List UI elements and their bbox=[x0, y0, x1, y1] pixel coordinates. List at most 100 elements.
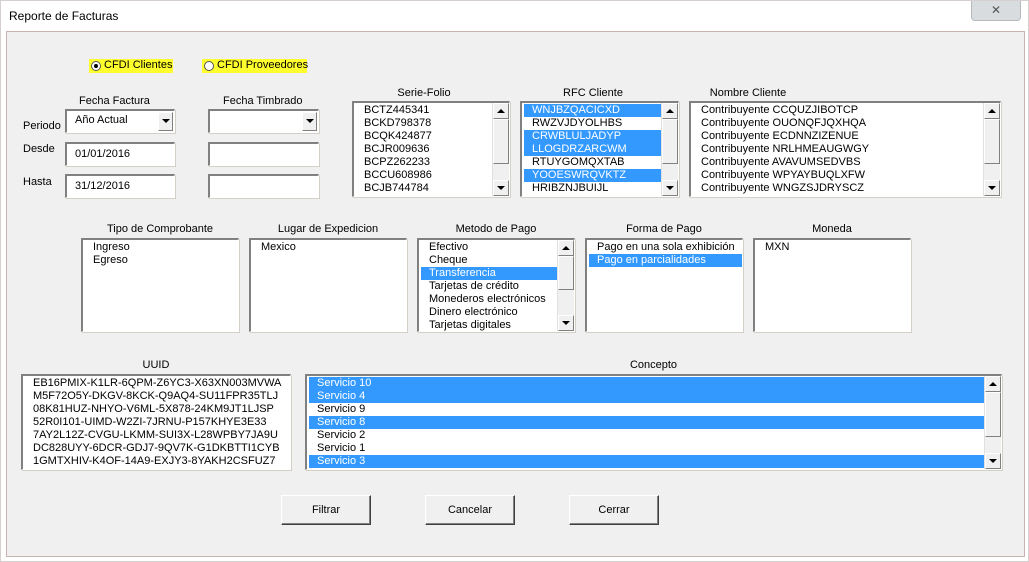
scroll-up-button[interactable] bbox=[985, 376, 1001, 392]
nombre-cliente-scrollbar[interactable] bbox=[983, 103, 1000, 196]
list-item[interactable]: HRIBZNJBUIJL bbox=[524, 182, 662, 195]
scroll-up-button[interactable] bbox=[493, 103, 509, 119]
filtrar-button[interactable]: Filtrar bbox=[281, 495, 371, 525]
arrow-up-icon bbox=[562, 246, 570, 250]
list-item[interactable]: Contribuyente WPYAYBUQLXFW bbox=[693, 169, 984, 182]
metodo-pago-scrollbar[interactable] bbox=[557, 240, 574, 331]
scroll-down-button[interactable] bbox=[984, 180, 1000, 196]
uuid-list[interactable]: EB16PMIX-K1LR-6QPM-Z6YC3-X63XN003MVWA M5F… bbox=[21, 374, 291, 470]
list-item[interactable]: 52R0I101-UIMD-W2ZI-7JRNU-P157KHYE3E33 bbox=[25, 416, 290, 429]
arrow-down-icon bbox=[497, 186, 505, 190]
list-item[interactable]: CRWBLULJADYP bbox=[524, 130, 662, 143]
list-item[interactable]: Dinero electrónico bbox=[421, 306, 558, 319]
list-item[interactable]: Efectivo bbox=[421, 241, 558, 254]
concepto-scrollbar[interactable] bbox=[984, 376, 1001, 469]
scroll-thumb[interactable] bbox=[493, 119, 509, 164]
list-item[interactable]: M5F72O5Y-DKGV-8KCK-Q9AQ4-SU11FPR35TLJ bbox=[25, 390, 290, 403]
list-item[interactable]: Contribuyente WNGZSJDRYSCZ bbox=[693, 182, 984, 195]
serie-folio-list[interactable]: BCTZ445341 BCKD798378 BCQK424877 BCJR009636… bbox=[352, 101, 510, 197]
list-item[interactable]: 1GMTXHIV-K4OF-14A9-EXJY3-8YAKH2CSFUZ7 bbox=[25, 455, 290, 468]
list-item[interactable]: BCJR009636 bbox=[356, 143, 493, 156]
combo-dropdown-button[interactable] bbox=[302, 112, 317, 131]
scroll-up-button[interactable] bbox=[558, 240, 574, 256]
list-item[interactable]: Contribuyente CCQUZJIBOTCP bbox=[693, 104, 984, 117]
list-item[interactable]: BCQK424877 bbox=[356, 130, 493, 143]
scroll-down-button[interactable] bbox=[558, 315, 574, 331]
metodo-pago-list[interactable]: Efectivo Cheque Transferencia Tarjetas de c… bbox=[417, 238, 575, 332]
moneda-list[interactable]: MXN bbox=[753, 238, 911, 332]
list-item[interactable]: Contribuyente AVAVUMSEDVBS bbox=[693, 156, 984, 169]
concepto-list[interactable]: Servicio 10 Servicio 4 Servicio 9 Servicio … bbox=[305, 374, 1002, 470]
list-item[interactable]: 7AY2L12Z-CVGU-LKMM-SUI3X-L28WPBY7JA9U bbox=[25, 429, 290, 442]
list-item[interactable]: Egreso bbox=[85, 254, 238, 267]
tipo-comprobante-list[interactable]: Ingreso Egreso bbox=[81, 238, 239, 332]
nombre-cliente-list[interactable]: Contribuyente CCQUZJIBOTCP Contribuyente … bbox=[689, 101, 1001, 197]
close-icon: ✕ bbox=[990, 3, 1002, 17]
list-item[interactable]: Mexico bbox=[253, 241, 406, 254]
list-item[interactable]: Pago en parcialidades bbox=[589, 254, 742, 267]
desde-label: Desde bbox=[23, 143, 55, 155]
list-item[interactable]: Servicio 4 bbox=[309, 390, 985, 403]
list-item[interactable]: 08K81HUZ-NHYO-V6ML-5X878-24KM9JT1LJSP bbox=[25, 403, 290, 416]
cerrar-button[interactable]: Cerrar bbox=[569, 495, 659, 525]
rfc-cliente-scrollbar[interactable] bbox=[661, 103, 678, 196]
scroll-up-button[interactable] bbox=[662, 103, 678, 119]
list-item[interactable]: BCCU608986 bbox=[356, 169, 493, 182]
combo-dropdown-button[interactable] bbox=[158, 112, 173, 131]
cancelar-button[interactable]: Cancelar bbox=[425, 495, 515, 525]
scroll-down-button[interactable] bbox=[985, 453, 1001, 469]
close-button[interactable]: ✕ bbox=[971, 1, 1021, 21]
list-item[interactable]: BCTZ445341 bbox=[356, 104, 493, 117]
rfc-cliente-list[interactable]: WNJBZQACICXD RWZVJDYOLHBS CRWBLULJADYP LLOG… bbox=[520, 101, 679, 197]
lugar-expedicion-heading: Lugar de Expedicion bbox=[277, 223, 379, 235]
list-item[interactable]: BCJB744784 bbox=[356, 182, 493, 195]
list-item[interactable]: Servicio 8 bbox=[309, 416, 985, 429]
list-item[interactable]: Contribuyente OUONQFJQXHQA bbox=[693, 117, 984, 130]
list-item[interactable]: RTUYGOMQXTAB bbox=[524, 156, 662, 169]
radio-cfdi-clientes[interactable]: CFDI Clientes bbox=[89, 59, 173, 73]
list-item[interactable]: RWZVJDYOLHBS bbox=[524, 117, 662, 130]
list-item[interactable]: Transferencia bbox=[421, 267, 558, 280]
list-item[interactable]: LLOGDRZARCWM bbox=[524, 143, 662, 156]
list-item[interactable]: Servicio 1 bbox=[309, 442, 985, 455]
scroll-thumb[interactable] bbox=[985, 392, 1001, 437]
list-item[interactable]: Servicio 10 bbox=[309, 377, 985, 390]
list-item[interactable]: Contribuyente NRLHMEAUGWGY bbox=[693, 143, 984, 156]
nombre-cliente-heading: Nombre Cliente bbox=[709, 87, 787, 99]
fecha-timbrado-hasta-field[interactable] bbox=[208, 174, 319, 198]
list-item[interactable]: EB16PMIX-K1LR-6QPM-Z6YC3-X63XN003MVWA bbox=[25, 377, 290, 390]
list-item[interactable]: MXN bbox=[757, 241, 910, 254]
list-item[interactable]: Servicio 9 bbox=[309, 403, 985, 416]
list-item[interactable]: Monederos electrónicos bbox=[421, 293, 558, 306]
fecha-timbrado-desde-field[interactable] bbox=[208, 142, 319, 166]
radio-circle-icon bbox=[204, 61, 214, 71]
list-item[interactable]: DC828UYY-6DCR-GDJ7-9QV7K-G1DKBTTI1CYB bbox=[25, 442, 290, 455]
scroll-thumb[interactable] bbox=[558, 256, 574, 290]
list-item[interactable]: BCPZ262233 bbox=[356, 156, 493, 169]
scroll-thumb[interactable] bbox=[662, 119, 678, 164]
scroll-down-button[interactable] bbox=[493, 180, 509, 196]
list-item[interactable]: Pago en una sola exhibición bbox=[589, 241, 742, 254]
list-item[interactable]: Tarjetas de crédito bbox=[421, 280, 558, 293]
list-item[interactable]: BCKD798378 bbox=[356, 117, 493, 130]
list-item[interactable]: WNJBZQACICXD bbox=[524, 104, 662, 117]
list-item[interactable]: Cheque bbox=[421, 254, 558, 267]
radio-cfdi-clientes-label: CFDI Clientes bbox=[104, 59, 173, 71]
radio-cfdi-proveedores[interactable]: CFDI Proveedores bbox=[202, 59, 308, 73]
list-item[interactable]: Servicio 2 bbox=[309, 429, 985, 442]
scroll-up-button[interactable] bbox=[984, 103, 1000, 119]
list-item[interactable]: Ingreso bbox=[85, 241, 238, 254]
forma-pago-list[interactable]: Pago en una sola exhibición Pago en parci… bbox=[585, 238, 743, 332]
list-item[interactable]: Contribuyente ECDNNZIZENUE bbox=[693, 130, 984, 143]
serie-folio-scrollbar[interactable] bbox=[492, 103, 509, 196]
scroll-thumb[interactable] bbox=[984, 119, 1000, 164]
fecha-factura-desde-field[interactable]: 01/01/2016 bbox=[65, 142, 175, 166]
list-item[interactable]: Servicio 3 bbox=[309, 455, 985, 468]
scroll-down-button[interactable] bbox=[662, 180, 678, 196]
list-item[interactable]: YOOESWRQVKTZ bbox=[524, 169, 662, 182]
fecha-factura-hasta-field[interactable]: 31/12/2016 bbox=[65, 174, 175, 198]
fecha-factura-periodo-combo[interactable]: Año Actual bbox=[65, 109, 175, 133]
list-item[interactable]: Tarjetas digitales bbox=[421, 319, 558, 331]
lugar-expedicion-list[interactable]: Mexico bbox=[249, 238, 407, 332]
fecha-timbrado-periodo-combo[interactable] bbox=[208, 109, 319, 133]
